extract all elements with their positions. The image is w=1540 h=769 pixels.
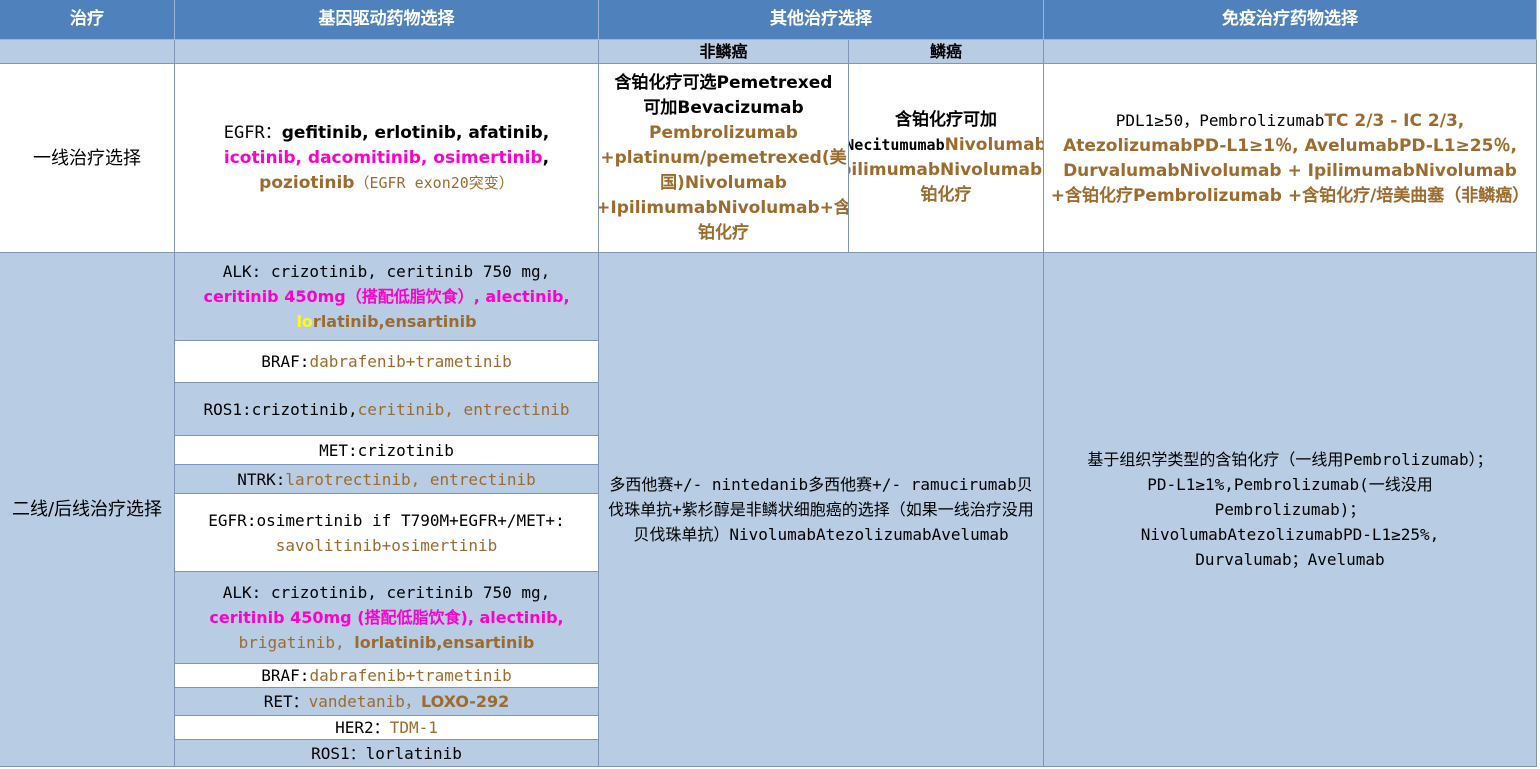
second-line-ntrk: NTRK:larotrectinib, entrectinib — [175, 465, 599, 494]
first-line-gene-text: EGFR：gefitinib, erlotinib, afatinib, ico… — [223, 122, 550, 193]
first-line-gene-drugs: EGFR：gefitinib, erlotinib, afatinib, ico… — [175, 64, 599, 253]
second-line-ros1-2: ROS1：lorlatinib — [175, 740, 599, 767]
second-line-braf-2: BRAF:dabrafenib+trametinib — [175, 664, 599, 688]
second-line-other-treatment: 多西他赛+/- nintedanib多西他赛+/- ramucirumab贝伐珠… — [599, 253, 1044, 767]
subheader-non-squamous: 非鳞癌 — [599, 40, 849, 64]
second-line-braf-1: BRAF:dabrafenib+trametinib — [175, 341, 599, 383]
alk-1-text: ALK: crizotinib, ceritinib 750 mg, cerit… — [203, 262, 570, 331]
second-line-alk-2: ALK: crizotinib, ceritinib 750 mg, cerit… — [175, 572, 599, 664]
alk-2-text: ALK: crizotinib, ceritinib 750 mg, cerit… — [209, 583, 564, 652]
subheader-squamous: 鳞癌 — [849, 40, 1044, 64]
first-line-label: 一线治疗选择 — [0, 64, 175, 253]
first-line-immunotherapy: PDL1≥50，PembrolizumabTC 2/3 - IC 2/3, At… — [1044, 64, 1537, 253]
first-line-sq-text: 含铂化疗可加 NecitumumabNivolumab +IpilimumabN… — [849, 110, 1044, 205]
braf-1-text: BRAF:dabrafenib+trametinib — [261, 352, 512, 371]
second-line-alk-1: ALK: crizotinib, ceritinib 750 mg, cerit… — [175, 253, 599, 341]
header-gene-drugs: 基因驱动药物选择 — [175, 0, 599, 40]
second-line-egfr: EGFR:osimertinib if T790M+EGFR+/MET+: sav… — [175, 494, 599, 572]
first-line-non-squamous: 含铂化疗可选Pemetrexed 可加Bevacizumab Pembroliz… — [599, 64, 849, 253]
subheader-empty-1 — [0, 40, 175, 64]
first-line-squamous: 含铂化疗可加 NecitumumabNivolumab +IpilimumabN… — [849, 64, 1044, 253]
met-text: MET:crizotinib — [319, 440, 454, 460]
first-line-immuno-text: PDL1≥50，PembrolizumabTC 2/3 - IC 2/3, At… — [1050, 110, 1530, 206]
second-line-ret: RET：vandetanib，LOXO-292 — [175, 688, 599, 716]
second-line-label: 二线/后线治疗选择 — [0, 253, 175, 767]
second-line-ros1-1: ROS1:crizotinib,ceritinib, entrectinib — [175, 383, 599, 436]
ros1-2-text: ROS1：lorlatinib — [311, 743, 462, 763]
egfr-text: EGFR:osimertinib if T790M+EGFR+/MET+: sav… — [208, 510, 565, 555]
subheader-empty-4 — [1044, 40, 1537, 64]
subheader-empty-2 — [175, 40, 599, 64]
header-immunotherapy: 免疫治疗药物选择 — [1044, 0, 1537, 40]
ntrk-text: NTRK:larotrectinib, entrectinib — [237, 469, 536, 489]
second-line-met: MET:crizotinib — [175, 436, 599, 465]
second-line-immuno-text: 基于组织学类型的含铂化疗（一线用Pembrolizumab）； PD-L1≥1%… — [1087, 450, 1493, 569]
ros1-1-text: ROS1:crizotinib,ceritinib, entrectinib — [203, 399, 570, 419]
ret-text: RET：vandetanib，LOXO-292 — [263, 692, 510, 711]
braf-2-text: BRAF:dabrafenib+trametinib — [261, 666, 512, 685]
second-line-immunotherapy: 基于组织学类型的含铂化疗（一线用Pembrolizumab）； PD-L1≥1%… — [1044, 253, 1537, 767]
her2-text: HER2：TDM-1 — [335, 718, 438, 737]
header-treatment: 治疗 — [0, 0, 175, 40]
header-other-treatment: 其他治疗选择 — [599, 0, 1044, 40]
first-line-nonsq-text: 含铂化疗可选Pemetrexed 可加Bevacizumab Pembroliz… — [599, 72, 849, 243]
second-line-her2: HER2：TDM-1 — [175, 716, 599, 740]
